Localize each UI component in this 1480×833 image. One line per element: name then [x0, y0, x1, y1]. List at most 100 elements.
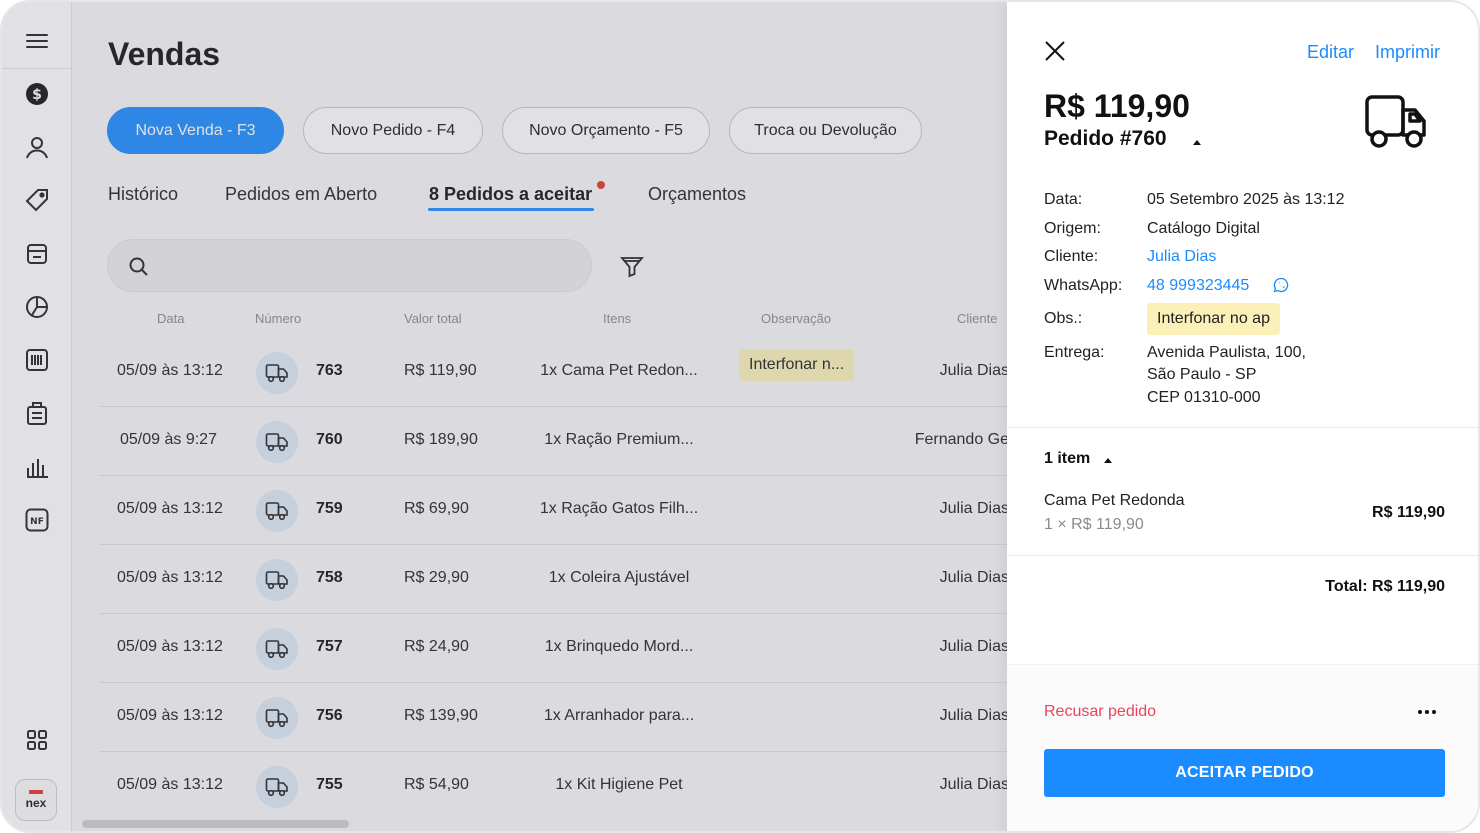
delivery-address-line1: Avenida Paulista, 100,: [1147, 344, 1306, 361]
sidebar-item-products[interactable]: [23, 186, 51, 214]
origin-value: Catálogo Digital: [1147, 220, 1260, 237]
cash-register-icon: [27, 244, 47, 264]
delivery-badge: [256, 697, 298, 739]
pie-chart-icon: [26, 296, 48, 318]
more-options-icon[interactable]: [1415, 704, 1439, 720]
sidebar-item-invoices[interactable]: NF: [23, 506, 51, 534]
tab-quotes[interactable]: Orçamentos: [648, 184, 746, 205]
logo-mark: [29, 790, 43, 794]
order-total: Total: R$ 119,90: [1325, 578, 1445, 595]
row-date: 05/09 às 13:12: [117, 500, 223, 517]
sidebar-item-customers[interactable]: [23, 133, 51, 161]
nf-invoice-icon: NF: [25, 508, 49, 532]
delivery-address-line3: CEP 01310-000: [1147, 389, 1261, 406]
truck-icon: [265, 433, 288, 452]
delivery-badge: [256, 352, 298, 394]
row-number: 756: [316, 707, 343, 724]
date-value: 05 Setembro 2025 às 13:12: [1147, 191, 1345, 208]
whatsapp-link[interactable]: 48 999323445: [1147, 277, 1249, 295]
table-row[interactable]: 05/09 às 13:12 756 R$ 139,90 1x Arranhad…: [99, 683, 1019, 752]
row-total: R$ 139,90: [404, 707, 478, 724]
sidebar-item-sales[interactable]: $: [23, 80, 51, 108]
row-total: R$ 29,90: [404, 569, 469, 586]
table-row[interactable]: 05/09 às 13:12 758 R$ 29,90 1x Coleira A…: [99, 545, 1019, 614]
item-name: Cama Pet Redonda: [1044, 492, 1185, 509]
row-number: 759: [316, 500, 343, 517]
edit-link[interactable]: Editar: [1307, 42, 1354, 63]
whatsapp-label: WhatsApp:: [1044, 277, 1123, 294]
column-header-observation: Observação: [761, 311, 832, 326]
hamburger-menu-icon[interactable]: [24, 30, 50, 52]
page-title: Vendas: [108, 36, 221, 72]
row-client: Fernando Ge: [914, 431, 1009, 448]
date-label: Data:: [1044, 191, 1083, 208]
section-divider: [1007, 427, 1478, 428]
table-row[interactable]: 05/09 às 13:12 759 R$ 69,90 1x Ração Gat…: [99, 476, 1019, 545]
print-link[interactable]: Imprimir: [1375, 42, 1440, 63]
order-detail-drawer: Editar Imprimir R$ 119,90 Pedido #760 Da…: [1007, 2, 1478, 831]
horizontal-scrollbar[interactable]: [82, 820, 349, 828]
search-bar: [107, 239, 592, 292]
table-row[interactable]: 05/09 às 13:12 755 R$ 54,90 1x Kit Higie…: [99, 752, 1019, 821]
sidebar-item-reports[interactable]: [23, 293, 51, 321]
truck-icon: [265, 364, 288, 383]
row-client: Julia Dias: [939, 707, 1009, 724]
new-quote-button[interactable]: Novo Orçamento - F5: [502, 107, 710, 154]
brand-logo[interactable]: nex: [15, 779, 57, 821]
bar-chart-icon: [27, 459, 48, 478]
caret-up-icon[interactable]: [1192, 139, 1202, 145]
sidebar-item-inventory[interactable]: [23, 399, 51, 427]
logo-text: nex: [25, 796, 47, 810]
new-order-button[interactable]: Novo Pedido - F4: [303, 107, 483, 154]
row-date: 05/09 às 13:12: [117, 569, 223, 586]
row-observation: Interfonar n...: [739, 349, 855, 381]
column-header-client: Cliente: [957, 311, 998, 326]
new-sale-button[interactable]: Nova Venda - F3: [107, 107, 284, 154]
delivery-address-line2: São Paulo - SP: [1147, 366, 1257, 383]
row-items: 1x Kit Higiene Pet: [555, 776, 683, 793]
row-total: R$ 24,90: [404, 638, 469, 655]
column-header-date: Data: [157, 311, 185, 326]
sidebar-item-barcode[interactable]: [23, 346, 51, 374]
delivery-badge: [256, 559, 298, 601]
sidebar-item-register[interactable]: [23, 240, 51, 268]
delivery-badge: [256, 628, 298, 670]
tab-history[interactable]: Histórico: [108, 184, 178, 205]
delivery-label: Entrega:: [1044, 344, 1105, 361]
order-title[interactable]: Pedido #760: [1044, 127, 1167, 151]
client-label: Cliente:: [1044, 248, 1099, 265]
items-count[interactable]: 1 item: [1044, 450, 1090, 468]
column-header-items: Itens: [603, 311, 632, 326]
active-tab-indicator: [428, 208, 594, 211]
delivery-badge: [256, 490, 298, 532]
notification-dot: [597, 181, 605, 189]
accept-order-button[interactable]: ACEITAR PEDIDO: [1044, 749, 1445, 797]
caret-up-icon[interactable]: [1103, 457, 1113, 463]
search-input[interactable]: [164, 252, 574, 280]
whatsapp-icon[interactable]: [1273, 277, 1289, 293]
tab-open-orders[interactable]: Pedidos em Aberto: [225, 184, 377, 205]
table-row[interactable]: 05/09 às 13:12 757 R$ 24,90 1x Brinquedo…: [99, 614, 1019, 683]
delivery-badge: [256, 766, 298, 808]
close-icon[interactable]: [1043, 39, 1067, 63]
row-total: R$ 54,90: [404, 776, 469, 793]
row-total: R$ 119,90: [404, 362, 477, 379]
truck-icon: [265, 571, 288, 590]
truck-icon: [265, 778, 288, 797]
obs-value: Interfonar no ap: [1147, 303, 1280, 335]
table-row[interactable]: 05/09 às 9:27 760 R$ 189,90 1x Ração Pre…: [99, 407, 1019, 476]
sidebar-item-apps[interactable]: [23, 726, 51, 754]
tab-orders-to-accept[interactable]: 8 Pedidos a aceitar: [429, 184, 592, 205]
table-row[interactable]: 05/09 às 13:12 763 R$ 119,90 1x Cama Pet…: [99, 338, 1019, 407]
row-items: 1x Ração Premium...: [544, 431, 694, 448]
row-number: 755: [316, 776, 343, 793]
column-header-total: Valor total: [404, 311, 462, 326]
client-link[interactable]: Julia Dias: [1147, 248, 1216, 266]
refuse-order-link[interactable]: Recusar pedido: [1044, 703, 1156, 721]
sidebar-item-analytics[interactable]: [23, 453, 51, 481]
row-number: 758: [316, 569, 343, 586]
exchange-return-button[interactable]: Troca ou Devolução: [729, 107, 922, 154]
filter-icon[interactable]: [619, 253, 645, 279]
column-header-number: Número: [255, 311, 302, 326]
sidebar: $ NF nex: [2, 2, 72, 831]
